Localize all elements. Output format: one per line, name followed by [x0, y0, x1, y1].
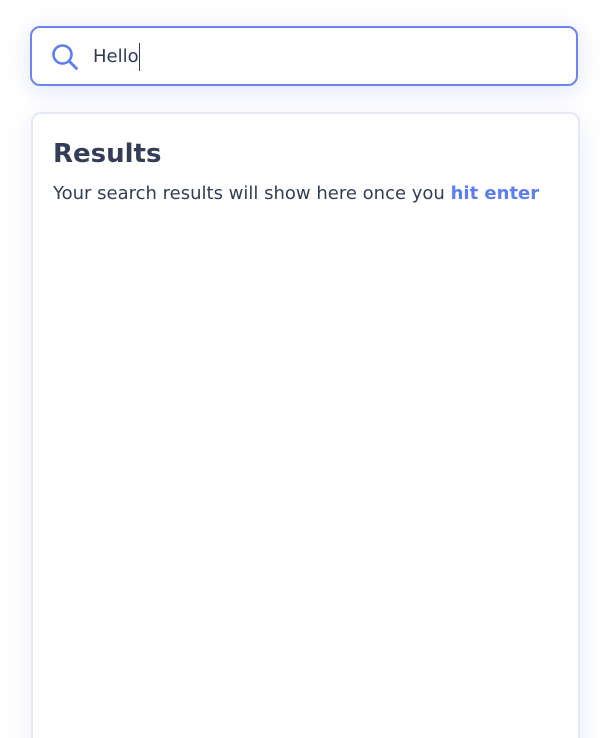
- search-icon: [51, 43, 79, 71]
- page: Hello Results Your search results will s…: [0, 0, 612, 738]
- hit-enter-link[interactable]: hit enter: [451, 183, 540, 204]
- search-input-value: Hello: [93, 46, 139, 67]
- results-hint-text: Your search results will show here once …: [53, 183, 445, 204]
- results-title: Results: [53, 139, 162, 169]
- search-box[interactable]: Hello: [30, 26, 578, 86]
- results-panel: Results Your search results will show he…: [31, 112, 580, 738]
- search-input[interactable]: Hello: [93, 43, 553, 71]
- text-caret: [138, 43, 140, 71]
- results-hint: Your search results will show here once …: [53, 182, 539, 206]
